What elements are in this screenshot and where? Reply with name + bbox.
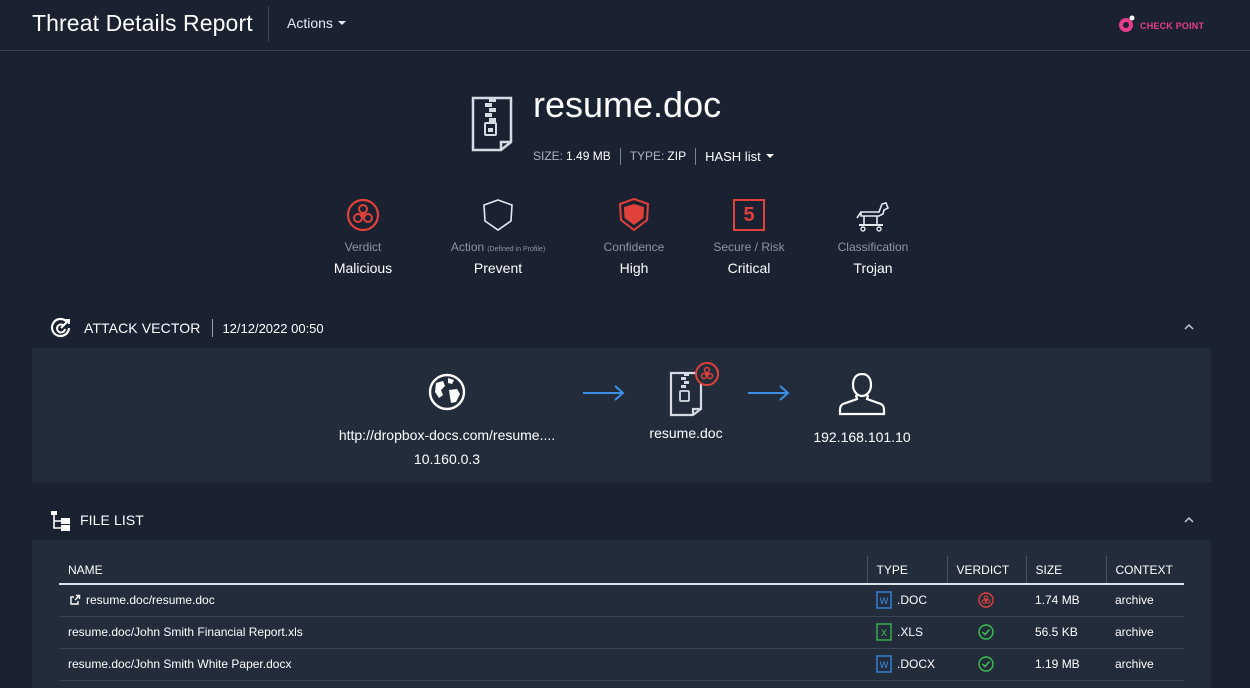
file-type: .DOC bbox=[897, 593, 927, 608]
excel-icon: X bbox=[876, 623, 892, 641]
source-ip: 10.160.0.3 bbox=[413, 451, 481, 467]
file-name: resume.doc/John Smith Financial Report.x… bbox=[68, 625, 303, 639]
attack-file-name: resume.doc bbox=[649, 425, 723, 441]
table-row[interactable]: resume.doc/John Smith Financial Report.x… bbox=[59, 616, 1184, 649]
file-size: 1.19 MB bbox=[1026, 648, 1106, 681]
classification-value: Trojan bbox=[853, 260, 893, 276]
brand-name: CHECK POINT bbox=[1140, 20, 1205, 31]
file-list-table: NAME TYPE VERDICT SIZE CONTEXT resume.do… bbox=[59, 556, 1184, 681]
risk-value: Critical bbox=[727, 260, 771, 276]
summary-risk: 5 Secure / Risk Critical bbox=[684, 196, 814, 276]
malicious-verdict-icon bbox=[978, 592, 994, 608]
file-type: .DOCX bbox=[897, 657, 936, 671]
source-node: http://dropbox-docs.com/resume.... 10.16… bbox=[332, 372, 562, 467]
page-title: Threat Details Report bbox=[32, 10, 253, 36]
action-value: Prevent bbox=[473, 260, 523, 276]
file-name-title: resume.doc bbox=[533, 84, 722, 125]
target-ip: 192.168.101.10 bbox=[813, 429, 911, 445]
file-name: resume.doc/resume.doc bbox=[86, 593, 215, 608]
benign-verdict-icon bbox=[978, 624, 994, 640]
attack-vector-header: ATTACK VECTOR 12/12/2022 00:50 bbox=[50, 316, 324, 340]
file-context: archive bbox=[1106, 584, 1184, 617]
file-size: 56.5 KB bbox=[1026, 616, 1106, 649]
file-context: archive bbox=[1106, 616, 1184, 649]
table-header-row: NAME TYPE VERDICT SIZE CONTEXT bbox=[59, 556, 1184, 585]
biohazard-icon bbox=[346, 198, 380, 232]
file-list-title: FILE LIST bbox=[80, 512, 144, 528]
attack-vector-date: 12/12/2022 00:50 bbox=[222, 320, 324, 336]
file-type: .XLS bbox=[897, 625, 924, 639]
svg-text:W: W bbox=[880, 597, 889, 607]
risk-label: Secure / Risk bbox=[713, 240, 785, 254]
size-value: 1.49 MB bbox=[566, 149, 611, 163]
target-node: 192.168.101.10 bbox=[802, 370, 922, 445]
top-bar: Threat Details Report Actions CHECK POIN… bbox=[0, 0, 1250, 51]
actions-label: Actions bbox=[287, 15, 333, 31]
malicious-badge-icon bbox=[695, 362, 719, 386]
brand-logo: CHECK POINT bbox=[1118, 14, 1204, 34]
meta-divider bbox=[695, 147, 697, 165]
file-size: 1.74 MB bbox=[1026, 584, 1106, 617]
column-header-type[interactable]: TYPE bbox=[866, 556, 947, 585]
arrow-right-icon bbox=[748, 385, 790, 401]
caret-down-icon bbox=[337, 21, 346, 25]
summary-action: Action (Defined in Profile) Prevent bbox=[433, 196, 563, 276]
summary-confidence: Confidence High bbox=[569, 196, 699, 276]
hash-list-button[interactable]: HASH list bbox=[705, 149, 774, 164]
check-point-logo-icon bbox=[1119, 15, 1135, 32]
column-header-context[interactable]: CONTEXT bbox=[1105, 556, 1184, 585]
file-name: resume.doc/John Smith White Paper.docx bbox=[68, 657, 292, 671]
column-header-name[interactable]: NAME bbox=[59, 556, 867, 585]
collapse-file-list-chevron-up-icon[interactable] bbox=[1183, 515, 1195, 525]
user-icon bbox=[838, 372, 886, 416]
size-label: SIZE: bbox=[533, 149, 564, 163]
table-row[interactable]: resume.doc/John Smith White Paper.docx W… bbox=[59, 648, 1184, 681]
word-icon: W bbox=[876, 591, 892, 609]
file-tree-icon bbox=[51, 511, 70, 531]
verdict-value: Malicious bbox=[333, 260, 393, 276]
file-node: resume.doc bbox=[636, 362, 736, 441]
header-divider bbox=[268, 6, 269, 42]
source-url[interactable]: http://dropbox-docs.com/resume.... bbox=[332, 427, 562, 443]
attack-vector-panel: http://dropbox-docs.com/resume.... 10.16… bbox=[32, 348, 1211, 482]
attack-vector-icon bbox=[50, 317, 71, 338]
zip-file-icon bbox=[471, 96, 513, 152]
risk-score: 5 bbox=[743, 203, 755, 226]
collapse-attack-vector-chevron-up-icon[interactable] bbox=[1183, 322, 1195, 332]
file-list-header: FILE LIST bbox=[50, 508, 144, 532]
external-link-icon[interactable] bbox=[68, 594, 82, 606]
verdict-label: Verdict bbox=[344, 240, 382, 254]
hash-list-label: HASH list bbox=[705, 148, 761, 164]
confidence-label: Confidence bbox=[603, 240, 665, 254]
type-value: ZIP bbox=[667, 149, 687, 163]
arrow-right-icon bbox=[583, 385, 625, 401]
svg-text:X: X bbox=[881, 629, 887, 639]
risk-score-icon: 5 bbox=[733, 199, 765, 231]
column-header-verdict[interactable]: VERDICT bbox=[946, 556, 1026, 585]
benign-verdict-icon bbox=[978, 656, 994, 672]
actions-menu-button[interactable]: Actions bbox=[287, 15, 346, 31]
word-icon: W bbox=[876, 655, 892, 673]
shield-outline-icon bbox=[483, 199, 513, 231]
confidence-value: High bbox=[619, 260, 649, 276]
svg-text:W: W bbox=[880, 661, 889, 671]
caret-down-icon bbox=[765, 154, 774, 158]
globe-icon bbox=[428, 373, 466, 411]
summary-verdict: Verdict Malicious bbox=[298, 196, 428, 276]
file-meta: SIZE: 1.49 MB TYPE: ZIP HASH list bbox=[533, 147, 774, 165]
table-row[interactable]: resume.doc/resume.doc W .DOC 1.74 MB arc… bbox=[59, 584, 1184, 617]
shield-filled-icon bbox=[618, 197, 650, 232]
trojan-horse-icon bbox=[856, 202, 890, 232]
attack-vector-title: ATTACK VECTOR bbox=[84, 320, 201, 336]
action-label: Action (Defined in Profile) bbox=[450, 240, 546, 254]
section-divider bbox=[212, 319, 214, 337]
meta-divider bbox=[619, 147, 621, 165]
summary-classification: Classification Trojan bbox=[808, 196, 938, 276]
classification-label: Classification bbox=[837, 240, 909, 254]
type-label: TYPE: bbox=[629, 149, 665, 163]
column-header-size[interactable]: SIZE bbox=[1025, 556, 1106, 585]
file-context: archive bbox=[1106, 648, 1184, 681]
